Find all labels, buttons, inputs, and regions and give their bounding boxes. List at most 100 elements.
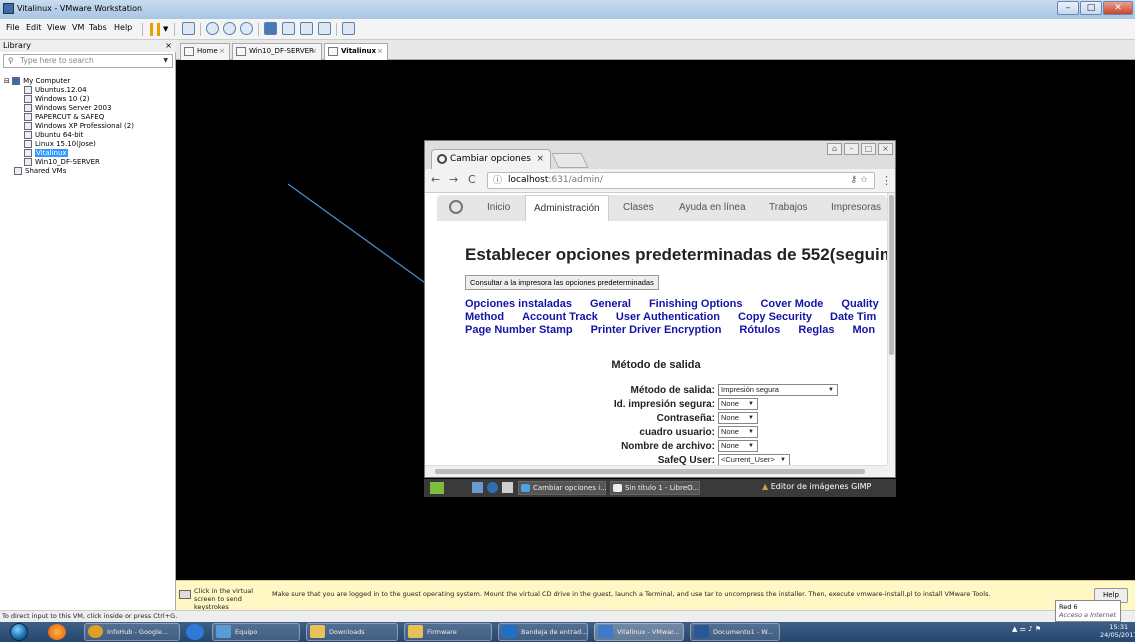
- taskbar-item[interactable]: InfoHub - Google...: [84, 623, 180, 641]
- scrollbar-thumb[interactable]: [889, 195, 894, 355]
- cuadro-usuario-select[interactable]: None ▼: [718, 426, 758, 438]
- cups-nav-trabajos[interactable]: Trabajos: [769, 195, 808, 221]
- close-icon[interactable]: ×: [536, 150, 544, 168]
- guest-task-gimp[interactable]: ▲ Editor de imágenes GIMP: [762, 482, 871, 491]
- user-profile-icon[interactable]: ⌂: [827, 143, 842, 155]
- link-date-time[interactable]: Date Tim: [830, 311, 876, 323]
- contrasena-select[interactable]: None ▼: [718, 412, 758, 424]
- maximize-button[interactable]: □: [861, 143, 876, 155]
- safeq-user-select[interactable]: <Current_User> ▼: [718, 454, 790, 465]
- start-button[interactable]: [10, 623, 28, 641]
- browser-icon[interactable]: [487, 482, 498, 493]
- full-screen-icon[interactable]: [300, 22, 313, 35]
- maximize-button[interactable]: □: [1080, 1, 1102, 15]
- internet-explorer-icon[interactable]: [186, 624, 204, 640]
- network-icon[interactable]: ⚌: [1020, 625, 1026, 633]
- terminal-icon[interactable]: [502, 482, 513, 493]
- revert-snapshot-icon[interactable]: [223, 22, 236, 35]
- library-search-input[interactable]: ⚲ Type here to search ▼: [3, 54, 173, 68]
- chevron-down-icon[interactable]: ▼: [163, 25, 168, 33]
- menu-help[interactable]: Help: [114, 23, 132, 32]
- cups-logo-icon[interactable]: [449, 200, 463, 214]
- link-finishing-options[interactable]: Finishing Options: [649, 298, 743, 310]
- taskbar-item[interactable]: Downloads: [306, 623, 398, 641]
- tree-item-shared-vms[interactable]: Shared VMs: [14, 166, 66, 176]
- link-printer-driver-encryption[interactable]: Printer Driver Encryption: [591, 324, 722, 336]
- clock[interactable]: 15:31 24/05/2017: [1100, 623, 1135, 639]
- send-ctrl-alt-del-icon[interactable]: [182, 22, 195, 35]
- menu-file[interactable]: File: [6, 23, 19, 32]
- menubar: File Edit View VM Tabs Help ▼: [0, 19, 1135, 40]
- back-icon[interactable]: ←: [431, 173, 440, 186]
- volume-icon[interactable]: ♪: [1028, 625, 1032, 633]
- taskbar-item[interactable]: Equipo: [212, 623, 300, 641]
- nombre-archivo-select[interactable]: None ▼: [718, 440, 758, 452]
- taskbar-item[interactable]: Firmware: [404, 623, 492, 641]
- vertical-scrollbar[interactable]: [887, 193, 895, 465]
- reload-icon[interactable]: C: [468, 173, 476, 186]
- scrollbar-thumb[interactable]: [435, 469, 865, 474]
- close-button[interactable]: ✕: [1103, 1, 1133, 15]
- minimize-button[interactable]: –: [1057, 1, 1079, 15]
- metodo-salida-select[interactable]: Impresión segura ▼: [718, 384, 838, 396]
- snapshot-manager-icon[interactable]: [240, 22, 253, 35]
- link-method[interactable]: Method: [465, 311, 504, 323]
- console-view-icon[interactable]: [342, 22, 355, 35]
- menu-vm[interactable]: VM: [72, 23, 84, 32]
- minimize-button[interactable]: –: [844, 143, 859, 155]
- unity-icon[interactable]: [318, 22, 331, 35]
- tab-vitalinux[interactable]: Vitalinux ×: [324, 43, 388, 60]
- tab-home[interactable]: Home ×: [180, 43, 230, 60]
- cups-nav-impresoras[interactable]: Impresoras: [831, 195, 881, 221]
- link-cover-mode[interactable]: Cover Mode: [760, 298, 823, 310]
- link-general[interactable]: General: [590, 298, 631, 310]
- link-opciones-instaladas[interactable]: Opciones instaladas: [465, 298, 572, 310]
- menu-icon[interactable]: ⋮: [881, 174, 892, 187]
- link-rotulos[interactable]: Rótulos: [739, 324, 780, 336]
- link-quality[interactable]: Quality: [841, 298, 878, 310]
- close-button[interactable]: ×: [878, 143, 893, 155]
- horizontal-scrollbar[interactable]: [425, 465, 887, 477]
- thumbnail-bar-icon[interactable]: [282, 22, 295, 35]
- close-icon[interactable]: ×: [311, 44, 317, 59]
- link-copy-security[interactable]: Copy Security: [738, 311, 812, 323]
- menu-view[interactable]: View: [47, 23, 66, 32]
- close-icon[interactable]: ×: [377, 44, 383, 59]
- guest-task-libreoffice[interactable]: Sin título 1 - LibreO...: [610, 481, 700, 495]
- browser-tab[interactable]: Cambiar opciones ×: [431, 149, 551, 169]
- cups-nav-clases[interactable]: Clases: [623, 195, 654, 221]
- menu-tabs[interactable]: Tabs: [89, 23, 107, 32]
- link-monitor[interactable]: Mon: [852, 324, 875, 336]
- guest-task-browser[interactable]: Cambiar opciones i...: [518, 481, 607, 495]
- chevron-down-icon[interactable]: ▼: [163, 55, 168, 67]
- key-icon[interactable]: ⚷: [850, 175, 857, 185]
- tab-win10-df-server[interactable]: Win10_DF-SERVER ×: [232, 43, 322, 60]
- pause-icon[interactable]: [150, 23, 160, 36]
- firefox-icon[interactable]: [48, 624, 66, 640]
- close-icon[interactable]: ×: [219, 44, 225, 59]
- cups-nav-inicio[interactable]: Inicio: [487, 195, 510, 221]
- show-library-icon[interactable]: [264, 22, 277, 35]
- forward-icon[interactable]: →: [449, 173, 458, 186]
- id-impresion-segura-select[interactable]: None ▼: [718, 398, 758, 410]
- menu-edit[interactable]: Edit: [26, 23, 42, 32]
- cups-nav-administracion[interactable]: Administración: [525, 195, 609, 221]
- link-reglas[interactable]: Reglas: [798, 324, 834, 336]
- consult-defaults-button[interactable]: Consultar a la impresora las opciones pr…: [465, 275, 659, 290]
- link-account-track[interactable]: Account Track: [522, 311, 598, 323]
- link-page-number-stamp[interactable]: Page Number Stamp: [465, 324, 573, 336]
- star-icon[interactable]: ☆: [860, 175, 868, 185]
- files-icon[interactable]: [472, 482, 483, 493]
- new-tab-button[interactable]: [551, 153, 589, 168]
- address-bar[interactable]: ⓘ localhost:631/admin/ ⚷ ☆: [487, 172, 875, 189]
- flag-icon[interactable]: ⚑: [1035, 625, 1041, 633]
- taskbar-item[interactable]: Bandeja de entrad...: [498, 623, 588, 641]
- close-icon[interactable]: ×: [165, 40, 172, 52]
- cups-nav-ayuda[interactable]: Ayuda en línea: [679, 195, 746, 221]
- taskbar-item[interactable]: Vitalinux - VMwar...: [594, 623, 684, 641]
- link-user-authentication[interactable]: User Authentication: [616, 311, 720, 323]
- vitalinux-logo-icon[interactable]: [430, 482, 444, 494]
- tray-expand-icon[interactable]: ▲: [1012, 625, 1017, 633]
- taskbar-item[interactable]: Documento1 - W...: [690, 623, 780, 641]
- snapshot-icon[interactable]: [206, 22, 219, 35]
